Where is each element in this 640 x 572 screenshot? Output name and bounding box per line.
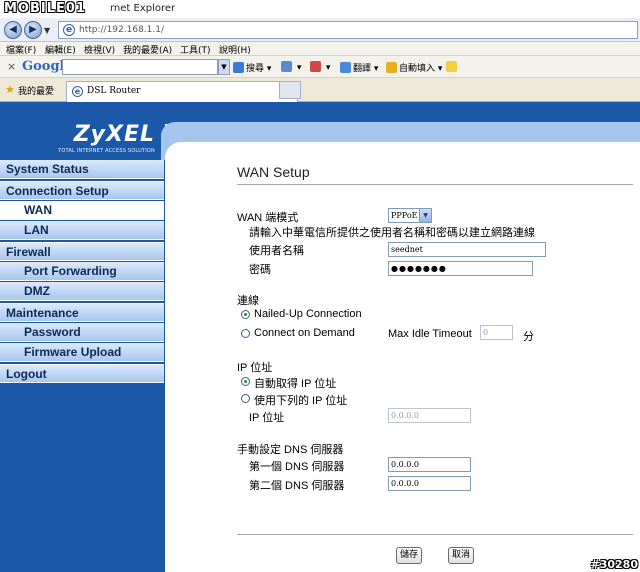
ip-field-label: IP 位址 <box>249 412 285 424</box>
dns1-input[interactable]: 0.0.0.0 <box>388 457 471 472</box>
sidebar-item-dmz[interactable]: DMZ <box>0 282 164 301</box>
zyxel-tagline: TOTAL INTERNET ACCESS SOLUTION <box>58 148 155 154</box>
sidebar-item-firewall[interactable]: Firewall <box>0 242 164 261</box>
ip-auto-radio[interactable] <box>241 377 250 386</box>
plus-icon <box>281 61 292 72</box>
wan-mode-value: PPPoE <box>391 211 418 220</box>
max-idle-timeout-label: Max Idle Timeout <box>388 328 472 340</box>
favorites-star-icon[interactable]: ★ <box>5 83 15 96</box>
window-titlebar: MOBILE01 rnet Explorer <box>0 0 640 18</box>
sidebar-item-port-forwarding[interactable]: Port Forwarding <box>0 262 164 281</box>
chevron-down-icon: ▼ <box>419 209 431 222</box>
username-label: 使用者名稱 <box>249 245 304 257</box>
minutes-unit-label: 分 <box>523 331 534 343</box>
sidebar-item-maintenance[interactable]: Maintenance <box>0 303 164 322</box>
title-divider <box>237 184 633 185</box>
forward-button[interactable]: ▶ <box>24 21 42 39</box>
wan-setup-panel: WAN Setup WAN 端模式 PPPoE ▼ 請輸入中華電信所提供之使用者… <box>165 160 640 572</box>
chevron-down-icon[interactable]: ▼ <box>218 59 230 75</box>
highlight-button[interactable] <box>446 61 459 73</box>
footer-divider <box>237 534 633 535</box>
zyxel-logo: ZyXEL <box>73 122 155 147</box>
favorites-button[interactable]: 我的最愛 <box>18 84 54 97</box>
ie-page-icon: e <box>63 24 75 36</box>
wan-mode-select[interactable]: PPPoE ▼ <box>388 208 432 223</box>
header-band <box>165 102 640 124</box>
new-tab-button[interactable] <box>279 81 301 99</box>
router-page: ZyXEL TOTAL INTERNET ACCESS SOLUTION Sys… <box>0 102 640 572</box>
sidebar-item-connection-setup[interactable]: Connection Setup <box>0 181 164 200</box>
tab-bar: ★ 我的最愛 e DSL Router <box>0 78 640 102</box>
sidebar-item-lan[interactable]: LAN <box>0 221 164 240</box>
menu-tools[interactable]: 工具(T) <box>180 43 211 56</box>
login-instruction: 請輸入中華電信所提供之使用者名稱和密碼以建立網路連線 <box>249 227 535 239</box>
sidebar-item-system-status[interactable]: System Status <box>0 160 164 179</box>
username-input[interactable]: seednet <box>388 242 546 257</box>
ip-manual-label: 使用下列的 IP 位址 <box>254 395 348 407</box>
header-divider <box>165 142 640 160</box>
ie-page-icon: e <box>72 86 83 97</box>
dns2-input[interactable]: 0.0.0.0 <box>388 476 471 491</box>
save-button[interactable]: 儲存 <box>396 547 422 564</box>
dns2-label: 第二個 DNS 伺服器 <box>249 480 345 492</box>
menu-help[interactable]: 說明(H) <box>219 43 251 56</box>
tab-label: DSL Router <box>87 86 141 96</box>
tab-dsl-router[interactable]: e DSL Router <box>66 81 298 102</box>
url-input[interactable]: e http://192.168.1.1/ <box>58 21 638 39</box>
ip-manual-radio[interactable] <box>241 394 250 403</box>
nailed-up-radio[interactable] <box>241 310 250 319</box>
menu-favorites[interactable]: 我的最愛(A) <box>123 43 172 56</box>
brand-header: ZyXEL TOTAL INTERNET ACCESS SOLUTION <box>0 102 165 160</box>
ip-auto-label: 自動取得 IP 位址 <box>254 378 337 390</box>
popup-blocker-button[interactable]: ▾ <box>310 61 330 73</box>
google-toolbar: × Google ▼ 搜尋 ▾ ▾ ▾ 翻譯 ▾ 自動填入 ▾ <box>0 56 640 78</box>
search-button[interactable]: 搜尋 ▾ <box>233 61 271 74</box>
window-title: rnet Explorer <box>110 3 176 14</box>
translate-button[interactable]: 翻譯 ▾ <box>340 61 378 74</box>
ip-address-input[interactable]: 0.0.0.0 <box>388 408 471 423</box>
sidebar-item-firmware-upload[interactable]: Firmware Upload <box>0 343 164 362</box>
watermark: #30280 <box>590 558 639 571</box>
menu-file[interactable]: 檔案(F) <box>6 43 36 56</box>
password-label: 密碼 <box>249 264 271 276</box>
block-icon <box>310 61 321 72</box>
menu-bar: 檔案(F) 編輯(E) 檢視(V) 我的最愛(A) 工具(T) 說明(H) <box>0 42 640 56</box>
connection-label: 連線 <box>237 295 259 307</box>
page-title: WAN Setup <box>237 164 310 180</box>
history-dropdown-icon[interactable]: ▼ <box>44 26 50 35</box>
google-search-input[interactable] <box>62 59 218 75</box>
ip-section-label: IP 位址 <box>237 362 273 374</box>
site-logo: MOBILE01 <box>4 1 86 16</box>
search-icon <box>233 62 244 73</box>
translate-icon <box>340 62 351 73</box>
add-button[interactable]: ▾ <box>281 61 301 73</box>
dns-section-label: 手動設定 DNS 伺服器 <box>237 444 344 456</box>
back-button[interactable]: ◀ <box>4 21 22 39</box>
sidebar-item-password[interactable]: Password <box>0 323 164 342</box>
password-input[interactable]: ●●●●●●● <box>388 261 533 276</box>
on-demand-label: Connect on Demand <box>254 327 355 339</box>
wan-mode-label: WAN 端模式 <box>237 212 299 224</box>
menu-view[interactable]: 檢視(V) <box>84 43 115 56</box>
menu-edit[interactable]: 編輯(E) <box>45 43 76 56</box>
highlighter-icon <box>446 61 457 72</box>
autofill-button[interactable]: 自動填入 ▾ <box>386 61 442 74</box>
url-text: http://192.168.1.1/ <box>79 25 164 35</box>
sidebar-item-wan[interactable]: WAN <box>0 201 164 220</box>
sidebar: System Status Connection Setup WAN LAN F… <box>0 160 165 572</box>
address-bar: ◀ ▶ ▼ e http://192.168.1.1/ <box>0 18 640 42</box>
max-idle-timeout-input[interactable]: 0 <box>480 325 513 340</box>
sidebar-item-logout[interactable]: Logout <box>0 364 164 383</box>
close-icon[interactable]: × <box>7 60 16 73</box>
on-demand-radio[interactable] <box>241 329 250 338</box>
dns1-label: 第一個 DNS 伺服器 <box>249 461 345 473</box>
cancel-button[interactable]: 取消 <box>448 547 474 564</box>
pencil-icon <box>386 62 397 73</box>
nailed-up-label: Nailed-Up Connection <box>254 308 362 320</box>
